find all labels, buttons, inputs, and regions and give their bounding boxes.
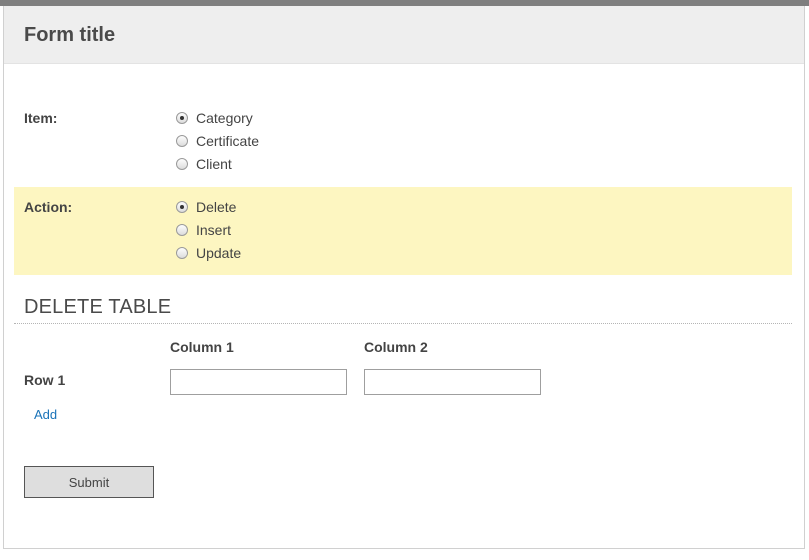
- action-option-label: Update: [196, 245, 242, 261]
- radio-button[interactable]: [176, 158, 188, 170]
- section-divider: [14, 323, 792, 324]
- action-radio-insert[interactable]: Insert: [176, 220, 231, 240]
- radio-button[interactable]: [176, 135, 188, 147]
- column-header-2: Column 2: [364, 339, 428, 355]
- radio-button[interactable]: [176, 247, 188, 259]
- item-radio-category[interactable]: Category: [176, 108, 253, 128]
- form-title: Form title: [24, 24, 116, 46]
- item-option-label: Category: [196, 110, 253, 126]
- radio-button-checked[interactable]: [176, 112, 188, 124]
- radio-button-checked[interactable]: [176, 201, 188, 213]
- action-label: Action:: [24, 199, 73, 215]
- action-option-label: Delete: [196, 199, 237, 215]
- section-title: DELETE TABLE: [24, 296, 172, 318]
- submit-button[interactable]: Submit: [24, 466, 154, 498]
- radio-button[interactable]: [176, 224, 188, 236]
- action-radio-update[interactable]: Update: [176, 243, 241, 263]
- item-option-label: Certificate: [196, 133, 260, 149]
- action-radio-delete[interactable]: Delete: [176, 197, 236, 217]
- item-label: Item:: [24, 110, 58, 126]
- add-row-link[interactable]: Add: [34, 407, 57, 422]
- form-container: Form title Item: Category Certificate Cl…: [3, 6, 805, 549]
- column-header-1: Column 1: [170, 339, 234, 355]
- item-option-label: Client: [196, 156, 232, 172]
- action-highlight-band: [14, 187, 792, 275]
- row-1-column-2-input[interactable]: [364, 369, 541, 395]
- action-option-label: Insert: [196, 222, 232, 238]
- row-label: Row 1: [24, 372, 66, 388]
- row-1-column-1-input[interactable]: [170, 369, 347, 395]
- form-header: Form title: [4, 6, 804, 64]
- item-radio-client[interactable]: Client: [176, 154, 232, 174]
- item-radio-certificate[interactable]: Certificate: [176, 131, 259, 151]
